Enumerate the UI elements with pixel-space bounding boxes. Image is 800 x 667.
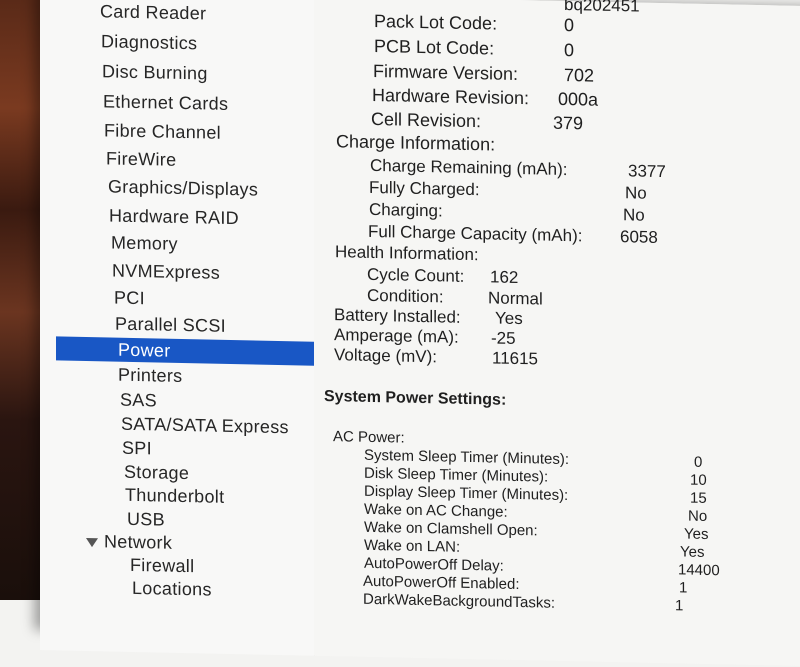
info-label: Amperage (mA): — [334, 325, 459, 347]
info-label: Wake on Clamshell Open: — [364, 518, 538, 540]
disclosure-triangle-icon[interactable] — [86, 537, 98, 547]
info-value: 15 — [690, 489, 707, 507]
detail-pane: bq202451 Pack Lot Code: 0 PCB Lot Code: … — [314, 0, 800, 667]
sidebar: Card Reader Diagnostics Disc Burning Eth… — [40, 0, 315, 656]
sidebar-item-storage[interactable]: Storage — [124, 460, 189, 485]
sidebar-item-label: Network — [104, 531, 173, 553]
info-label: Cell Revision: — [371, 108, 482, 132]
charge-information-heading: Charge Information: — [336, 131, 496, 155]
info-value: Yes — [680, 543, 705, 561]
info-label: AutoPowerOff Enabled: — [363, 572, 520, 594]
info-label: Pack Lot Code: — [374, 10, 498, 34]
info-label: Charge Remaining (mAh): — [370, 155, 568, 180]
info-value: 0 — [564, 14, 575, 36]
sidebar-item-sas[interactable]: SAS — [120, 388, 157, 413]
sidebar-item-power[interactable]: Power — [56, 336, 314, 366]
partial-value: bq202451 — [564, 0, 640, 16]
sidebar-item-spi[interactable]: SPI — [122, 436, 152, 461]
info-value: 3377 — [628, 161, 666, 182]
sidebar-item-label: Hardware RAID — [109, 205, 239, 229]
sidebar-item-label: PCI — [114, 287, 145, 309]
sidebar-item-firewall[interactable]: Firewall — [130, 553, 194, 578]
info-value: 702 — [564, 64, 595, 86]
sidebar-item-parallel-scsi[interactable]: Parallel SCSI — [115, 312, 226, 338]
info-label: Condition: — [367, 285, 444, 307]
info-label: Hardware Revision: — [372, 84, 530, 109]
info-label: Voltage (mV): — [334, 345, 437, 367]
sidebar-item-label: USB — [127, 508, 165, 530]
sidebar-item-usb[interactable]: USB — [127, 507, 165, 532]
info-value: No — [625, 183, 647, 203]
sidebar-item-label: SATA/SATA Express — [121, 413, 289, 438]
sidebar-item-firewire[interactable]: FireWire — [106, 146, 176, 171]
sidebar-item-label: Fibre Channel — [104, 120, 221, 143]
sidebar-item-label: Power — [118, 339, 171, 361]
sidebar-item-label: NVMExpress — [112, 260, 221, 283]
info-value: 1 — [679, 579, 688, 597]
sidebar-item-label: Parallel SCSI — [115, 313, 226, 336]
info-value: 6058 — [620, 227, 658, 247]
sidebar-item-sata-sata-express[interactable]: SATA/SATA Express — [121, 412, 289, 440]
sidebar-item-graphics-displays[interactable]: Graphics/Displays — [108, 174, 258, 201]
sidebar-item-fibre-channel[interactable]: Fibre Channel — [104, 118, 221, 144]
sidebar-item-label: Disc Burning — [102, 61, 208, 84]
info-value: 162 — [490, 267, 519, 288]
sidebar-item-label: Diagnostics — [101, 31, 198, 54]
sidebar-item-label: Locations — [132, 577, 212, 600]
info-label: Battery Installed: — [334, 305, 461, 327]
sidebar-item-locations[interactable]: Locations — [132, 576, 212, 602]
sidebar-item-ethernet-cards[interactable]: Ethernet Cards — [103, 89, 228, 116]
sidebar-item-label: Ethernet Cards — [103, 91, 229, 114]
info-value: No — [688, 507, 708, 525]
sidebar-item-label: Thunderbolt — [125, 484, 225, 507]
sidebar-item-printers[interactable]: Printers — [118, 363, 182, 388]
info-value: No — [623, 205, 645, 225]
health-information-heading: Health Information: — [335, 242, 479, 265]
sidebar-item-disc-burning[interactable]: Disc Burning — [102, 59, 208, 85]
info-value: Normal — [488, 288, 543, 309]
sidebar-item-label: Graphics/Displays — [108, 176, 259, 200]
sidebar-item-thunderbolt[interactable]: Thunderbolt — [125, 483, 224, 509]
sidebar-item-label: Printers — [118, 364, 183, 386]
sidebar-item-pci[interactable]: PCI — [114, 286, 145, 311]
sidebar-item-label: Card Reader — [100, 1, 207, 24]
info-value: 379 — [553, 112, 584, 134]
system-information-window: Card Reader Diagnostics Disc Burning Eth… — [40, 0, 800, 667]
info-value: 11615 — [492, 348, 539, 369]
info-label: AutoPowerOff Delay: — [364, 554, 504, 575]
sidebar-item-card-reader[interactable]: Card Reader — [100, 0, 206, 25]
info-label: DarkWakeBackgroundTasks: — [363, 590, 556, 612]
sidebar-item-memory[interactable]: Memory — [111, 230, 178, 255]
info-label: Wake on LAN: — [364, 536, 461, 556]
sidebar-item-network[interactable]: Network — [86, 529, 172, 555]
ac-power-heading: AC Power: — [333, 428, 405, 447]
info-value: Yes — [684, 525, 709, 544]
sidebar-item-label: Firewall — [130, 554, 195, 577]
info-label: Cycle Count: — [367, 264, 465, 286]
info-value: 0 — [694, 453, 703, 471]
sidebar-item-label: SAS — [120, 389, 157, 411]
sidebar-item-label: FireWire — [106, 148, 177, 170]
info-value: 14400 — [678, 561, 720, 580]
info-value: 10 — [690, 471, 707, 489]
info-label: Fully Charged: — [369, 177, 480, 200]
info-label: Firmware Version: — [373, 60, 519, 85]
sidebar-item-label: SPI — [122, 437, 152, 459]
sidebar-item-diagnostics[interactable]: Diagnostics — [101, 29, 197, 55]
sidebar-item-hardware-raid[interactable]: Hardware RAID — [109, 203, 239, 230]
info-value: 0 — [564, 39, 575, 61]
system-power-settings-heading: System Power Settings: — [324, 387, 507, 409]
info-value: -25 — [491, 328, 516, 348]
info-label: Charging: — [369, 199, 443, 221]
info-value: 000a — [558, 88, 599, 110]
info-label: Wake on AC Change: — [364, 500, 508, 521]
sidebar-item-nvmexpress[interactable]: NVMExpress — [112, 259, 220, 285]
info-label: PCB Lot Code: — [374, 35, 495, 59]
info-value: Yes — [495, 308, 523, 329]
sidebar-item-label: Storage — [124, 461, 190, 484]
sidebar-item-label: Memory — [111, 232, 178, 254]
